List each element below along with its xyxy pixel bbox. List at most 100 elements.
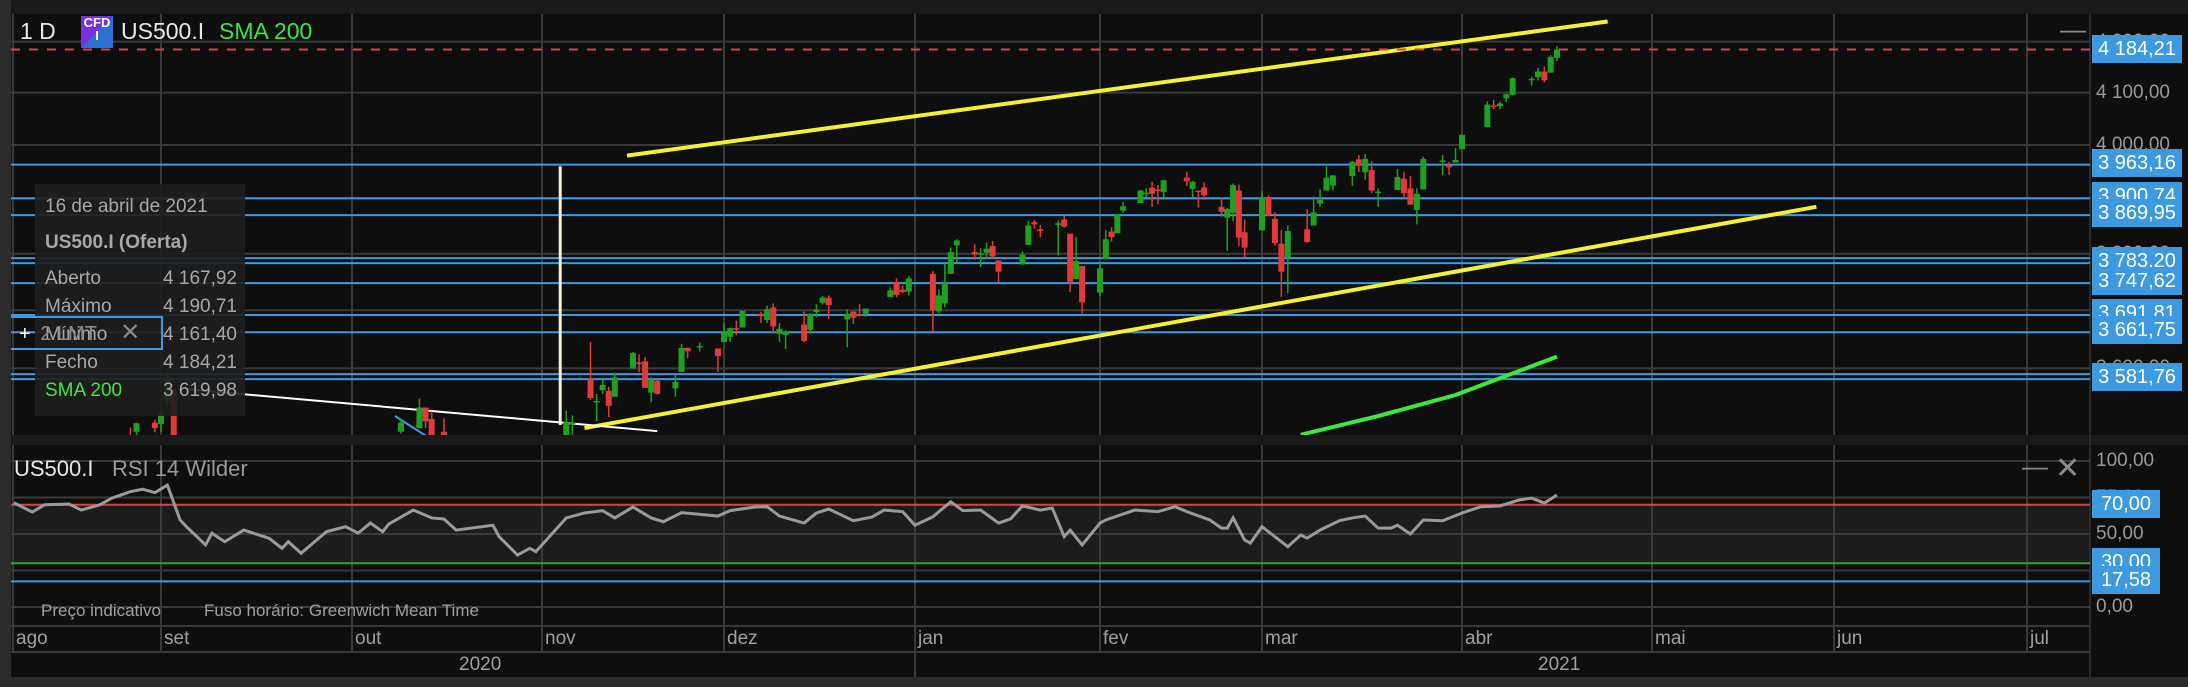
row-label: Fecho [45, 352, 98, 373]
candle-body [1037, 229, 1044, 231]
candle-body [1535, 71, 1541, 78]
candle-body [696, 346, 703, 348]
candle-body [953, 240, 960, 246]
candle-body [1241, 232, 1248, 248]
candle-body [844, 313, 851, 320]
candle-body [636, 362, 643, 364]
timeframe-label[interactable]: 1 D [20, 14, 56, 48]
candle-body [733, 328, 740, 330]
symbol-label[interactable]: US500.I [121, 14, 204, 48]
order-label: 2 LMT [40, 323, 97, 345]
month-label: nov [545, 628, 576, 649]
candle-body [1497, 103, 1503, 107]
tooltip-row-high: Máximo 4 190,71 [45, 296, 237, 318]
rsi-close-icon[interactable]: ✕ [2055, 451, 2080, 486]
month-label: set [164, 628, 190, 649]
year-label: 2021 [1538, 654, 1581, 675]
candle-body [1019, 254, 1026, 265]
candle-body [1154, 189, 1161, 191]
rsi-minimize-icon[interactable]: — [2022, 451, 2048, 482]
candle-body [801, 324, 808, 341]
main-pane-bg [11, 14, 2090, 435]
candle-body [1547, 56, 1554, 73]
candle-body [1490, 105, 1497, 108]
row-value: 4 161,40 [163, 324, 237, 345]
candle-body [935, 295, 942, 312]
candle-body [1259, 198, 1265, 231]
candle-body [1079, 266, 1086, 303]
tooltip-row-open: Aberto 4 167,92 [45, 268, 237, 290]
candle-body [1355, 159, 1362, 166]
row-value: 4 184,21 [163, 352, 237, 373]
candle-body [678, 347, 685, 372]
candle-body [654, 380, 661, 394]
tooltip-row-close: Fecho 4 184,21 [45, 352, 237, 374]
candle-body [893, 281, 900, 295]
candle-body [1271, 218, 1278, 244]
rsi-axis-label: 100,00 [2096, 450, 2155, 471]
candle-body [1031, 222, 1038, 225]
candle-body [971, 252, 978, 255]
ohlc-tooltip: 16 de abril de 2021 US500.I (Oferta) Abe… [35, 184, 245, 416]
candle-body [1218, 206, 1225, 212]
price-axis-label: 4 100,00 [2096, 81, 2170, 103]
tooltip-date: 16 de abril de 2021 [45, 196, 208, 217]
candle-body [1108, 231, 1115, 238]
candle-body [1230, 185, 1237, 213]
chart-canvas[interactable] [0, 0, 2188, 687]
candle-body [593, 401, 600, 403]
sma-indicator-label[interactable]: SMA 200 [219, 14, 312, 48]
month-label: out [355, 628, 382, 649]
month-label: jun [1837, 628, 1863, 649]
order-tag[interactable]: + 2 LMT ✕ [11, 316, 163, 350]
order-close-icon[interactable]: ✕ [120, 319, 140, 346]
candle-body [1503, 94, 1510, 99]
rsi-symbol-label: US500.I [14, 456, 94, 481]
candle-body [947, 252, 954, 274]
candle-body [850, 311, 857, 318]
rsi-axis-label: 0,00 [2096, 596, 2133, 617]
candle-body [1183, 177, 1190, 182]
main-pane-minimize-icon[interactable]: — [2060, 14, 2086, 45]
candle-body [727, 328, 734, 337]
candle-body [1235, 190, 1242, 238]
candle-body [1407, 188, 1414, 205]
candle-body [929, 273, 936, 311]
candle-body [995, 260, 1002, 272]
month-label: mai [1655, 628, 1686, 649]
candle-body [764, 309, 771, 321]
month-label: jan [918, 628, 944, 649]
candle-body [776, 328, 783, 334]
candle-body [1375, 191, 1382, 194]
candle-body [1509, 78, 1516, 95]
rsi-title-label[interactable]: RSI 14 Wilder [112, 452, 248, 486]
candle-body [1265, 197, 1272, 216]
candle-body [1420, 158, 1427, 190]
tooltip-row-sma: SMA 200 3 619,98 [45, 380, 237, 402]
pane-separator [11, 435, 2188, 445]
candle-body [569, 422, 576, 425]
candle-body [819, 297, 826, 303]
candle-body [905, 278, 912, 292]
candle-body [587, 378, 594, 399]
row-value: 4 190,71 [163, 296, 237, 317]
candle-body [983, 248, 990, 253]
candle-body [1224, 209, 1231, 218]
candle-body [1102, 239, 1109, 259]
candle-body [1073, 261, 1080, 279]
candle-body [1061, 219, 1068, 227]
order-add-icon[interactable]: + [19, 323, 31, 345]
candle-body [1452, 159, 1459, 163]
last-price-tag: 4 184,21 [2092, 34, 2182, 63]
candle-body [1349, 162, 1356, 176]
row-value: 3 619,98 [163, 380, 237, 401]
candle-body [941, 282, 948, 304]
candle-body [977, 253, 984, 255]
candle-body [684, 347, 691, 352]
top-bar [11, 0, 2188, 14]
candle-body [599, 384, 606, 391]
row-label: Aberto [45, 268, 101, 289]
candle-body [398, 422, 405, 432]
candle-body [1189, 181, 1196, 189]
candle-body [605, 390, 612, 406]
